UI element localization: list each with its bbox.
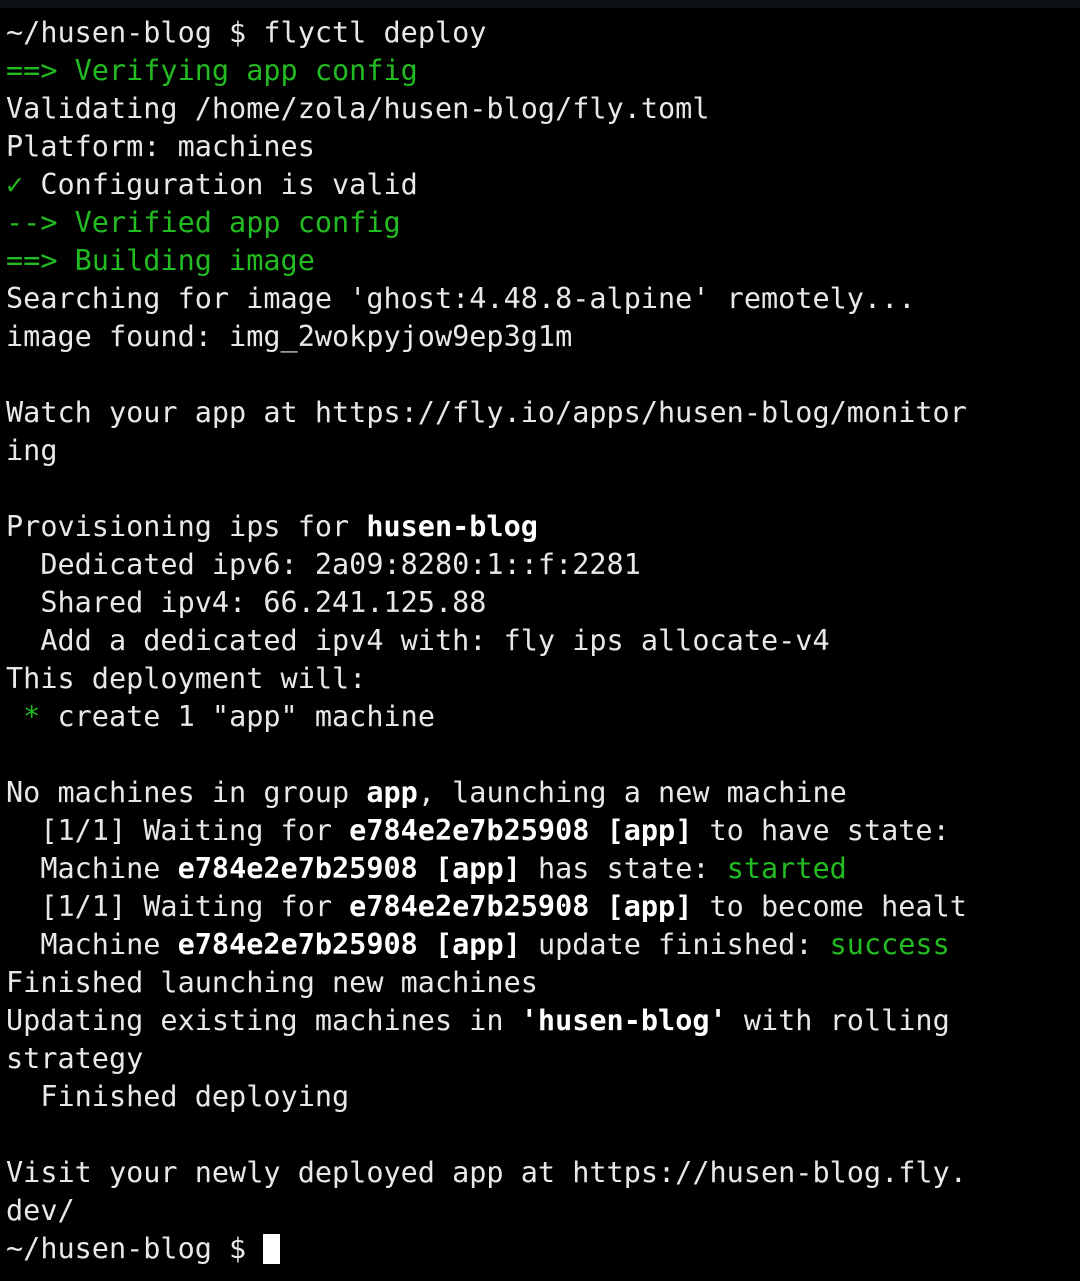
terminal-text-segment: update finished:	[520, 928, 830, 961]
terminal-text-segment: Updating existing machines in	[6, 1004, 521, 1037]
terminal-text-segment: e784e2e7b25908	[349, 814, 590, 847]
terminal-cursor	[263, 1234, 281, 1264]
terminal-line: ==> Building image	[0, 242, 1080, 280]
terminal-line: Updating existing machines in 'husen-blo…	[0, 1002, 1080, 1040]
terminal-text-segment: [app]	[434, 852, 521, 885]
terminal-text-segment: Provisioning ips for	[6, 510, 367, 543]
terminal-line: ~/husen-blog $ flyctl deploy	[0, 14, 1080, 52]
terminal-line: ==> Verifying app config	[0, 52, 1080, 90]
terminal-line: Platform: machines	[0, 128, 1080, 166]
terminal-line: Finished launching new machines	[0, 964, 1080, 1002]
terminal-output-area[interactable]: ~/husen-blog $ flyctl deploy ==> Verifyin…	[0, 8, 1080, 1281]
terminal-line: image found: img_2wokpyjow9ep3g1m	[0, 318, 1080, 356]
terminal-line: Add a dedicated ipv4 with: fly ips alloc…	[0, 622, 1080, 660]
terminal-text-segment: ~/husen-blog $	[6, 1232, 264, 1265]
terminal-line: [1/1] Waiting for e784e2e7b25908 [app] t…	[0, 888, 1080, 926]
terminal-text-segment: [1/1] Waiting for	[6, 814, 350, 847]
terminal-text-segment: has state:	[520, 852, 727, 885]
terminal-text-segment: Dedicated ipv6: 2a09:8280:1::f:2281	[6, 548, 641, 581]
terminal-line: Shared ipv4: 66.241.125.88	[0, 584, 1080, 622]
terminal-text-segment: e784e2e7b25908	[177, 928, 418, 961]
terminal-text-segment: to have state:	[692, 814, 950, 847]
terminal-line: This deployment will:	[0, 660, 1080, 698]
terminal-text-segment: [app]	[606, 814, 693, 847]
terminal-text-segment: Configuration is valid	[23, 168, 418, 201]
terminal-text-segment: ~/husen-blog $	[6, 16, 264, 49]
terminal-text-segment: success	[829, 928, 950, 961]
terminal-text-segment: e784e2e7b25908	[349, 890, 590, 923]
terminal-text-segment: ing	[6, 434, 58, 467]
terminal-text-segment: Validating /home/zola/husen-blog/fly.tom…	[6, 92, 710, 125]
terminal-line: Provisioning ips for husen-blog	[0, 508, 1080, 546]
terminal-line: ing	[0, 432, 1080, 470]
terminal-text-segment: [app]	[434, 928, 521, 961]
terminal-text-segment: with rolling	[726, 1004, 950, 1037]
terminal-text-segment: Finished launching new machines	[6, 966, 538, 999]
terminal-text-segment: No machines in group	[6, 776, 367, 809]
terminal-text-segment: Platform: machines	[6, 130, 315, 163]
terminal-text-segment: app	[366, 776, 418, 809]
terminal-text-segment: husen-blog	[366, 510, 538, 543]
terminal-text-segment: e784e2e7b25908	[177, 852, 418, 885]
terminal-text-segment: create 1 "app" machine	[40, 700, 435, 733]
terminal-text-segment: to become healt	[692, 890, 967, 923]
terminal-text-segment: strategy	[6, 1042, 144, 1075]
terminal-line: ✓ Configuration is valid	[0, 166, 1080, 204]
terminal-line: Machine e784e2e7b25908 [app] update fini…	[0, 926, 1080, 964]
terminal-line: * create 1 "app" machine	[0, 698, 1080, 736]
terminal-line: [1/1] Waiting for e784e2e7b25908 [app] t…	[0, 812, 1080, 850]
terminal-text-segment: Machine	[6, 852, 178, 885]
terminal-line: --> Verified app config	[0, 204, 1080, 242]
terminal-text-segment: Searching for image 'ghost:4.48.8-alpine…	[6, 282, 916, 315]
terminal-text-segment: 'husen-blog'	[520, 1004, 727, 1037]
terminal-line: Machine e784e2e7b25908 [app] has state: …	[0, 850, 1080, 888]
terminal-line: Dedicated ipv6: 2a09:8280:1::f:2281	[0, 546, 1080, 584]
terminal-line: No machines in group app, launching a ne…	[0, 774, 1080, 812]
terminal-line: Validating /home/zola/husen-blog/fly.tom…	[0, 90, 1080, 128]
terminal-text-segment: Shared ipv4: 66.241.125.88	[6, 586, 487, 619]
terminal-line: Visit your newly deployed app at https:/…	[0, 1154, 1080, 1192]
terminal-line: strategy	[0, 1040, 1080, 1078]
terminal-text-segment: , launching a new machine	[417, 776, 847, 809]
terminal-text-segment: Finished deploying	[6, 1080, 350, 1113]
terminal-line: Watch your app at https://fly.io/apps/hu…	[0, 394, 1080, 432]
terminal-text-segment: [app]	[606, 890, 693, 923]
terminal-text-segment: Watch your app at https://fly.io/apps/hu…	[6, 396, 967, 429]
terminal-line: Searching for image 'ghost:4.48.8-alpine…	[0, 280, 1080, 318]
terminal-text-segment: This deployment will:	[6, 662, 367, 695]
terminal-text-segment: flyctl deploy	[263, 16, 487, 49]
terminal-text-segment: [1/1] Waiting for	[6, 890, 350, 923]
terminal-text-segment: Machine	[6, 928, 178, 961]
terminal-title-bar	[0, 0, 1080, 8]
terminal-text-segment: --> Verified app config	[6, 206, 401, 239]
terminal-text-segment: ==> Building image	[6, 244, 315, 277]
terminal-text-segment: ==> Verifying app config	[6, 54, 418, 87]
terminal-text-segment: dev/	[6, 1194, 75, 1227]
terminal-line: dev/	[0, 1192, 1080, 1230]
terminal-line: Finished deploying	[0, 1078, 1080, 1116]
terminal-text-segment: ✓	[6, 168, 24, 201]
terminal-text-segment: image found: img_2wokpyjow9ep3g1m	[6, 320, 573, 353]
terminal-text-segment: started	[726, 852, 847, 885]
terminal-line: ~/husen-blog $	[0, 1230, 1080, 1268]
terminal-text-segment: Add a dedicated ipv4 with: fly ips alloc…	[6, 624, 830, 657]
terminal-text-segment: *	[6, 700, 41, 733]
terminal-text-segment: Visit your newly deployed app at https:/…	[6, 1156, 967, 1189]
